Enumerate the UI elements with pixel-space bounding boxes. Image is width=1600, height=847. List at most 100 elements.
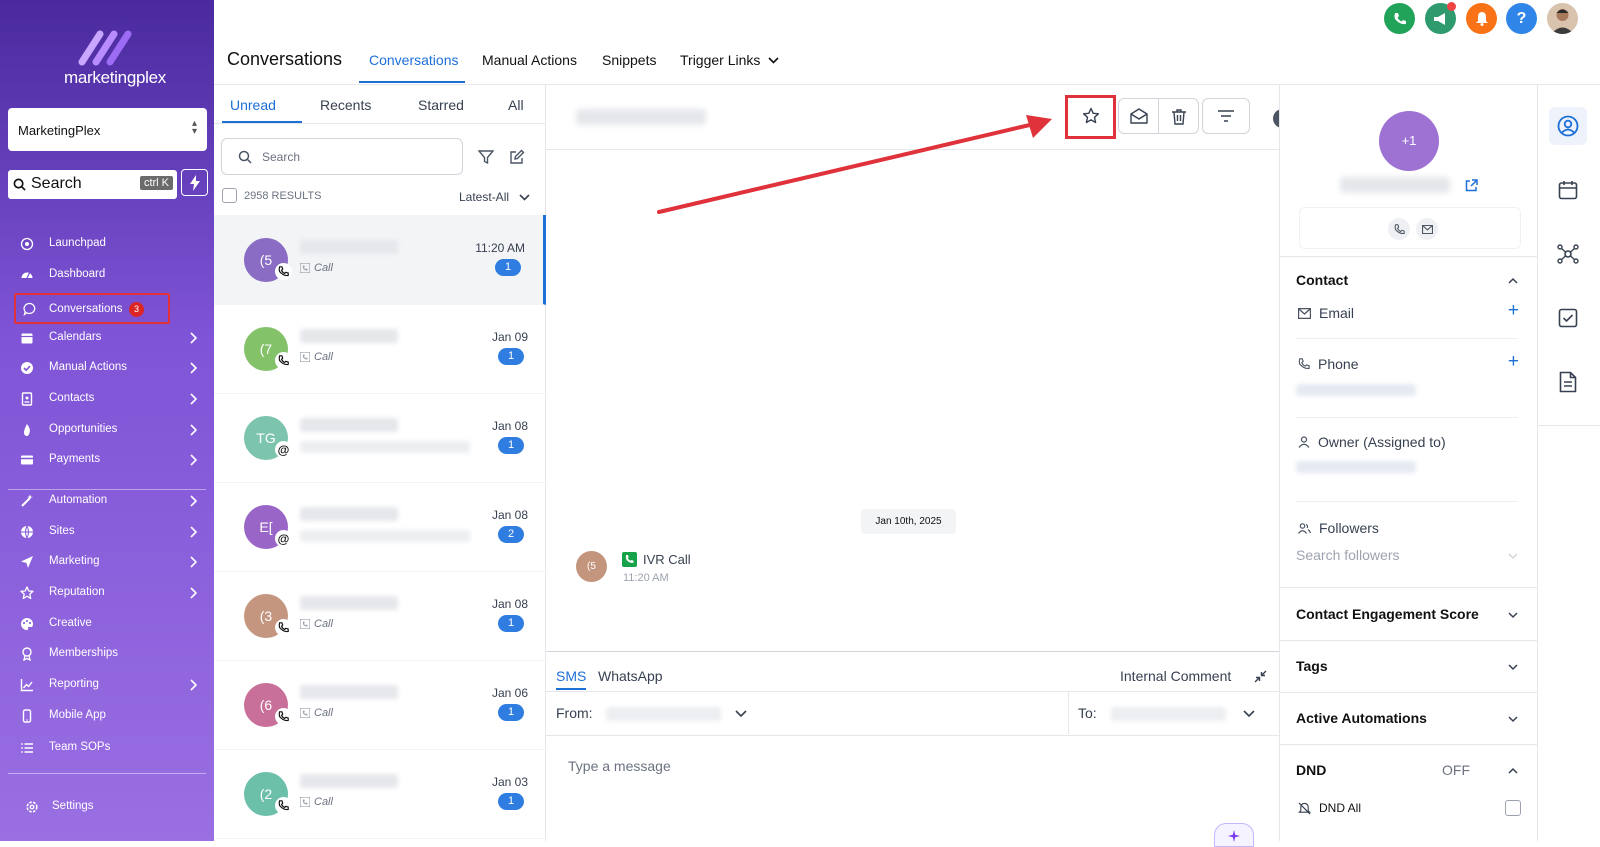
email-contact-button[interactable]: [1416, 218, 1438, 240]
tab-manual-actions[interactable]: Manual Actions: [482, 52, 577, 68]
tab-whatsapp[interactable]: WhatsApp: [598, 668, 663, 684]
tab-all[interactable]: All: [508, 97, 524, 113]
brand-logo[interactable]: marketingplex: [50, 26, 180, 90]
dnd-all-checkbox[interactable]: [1505, 800, 1521, 816]
call-log-icon: [300, 263, 310, 273]
sidebar-item-payments[interactable]: Payments: [0, 447, 214, 473]
sidebar-item-settings[interactable]: Settings: [0, 794, 214, 820]
contact-section-heading[interactable]: Contact: [1296, 272, 1348, 288]
conversation-row[interactable]: (2 Call Jan 03 1: [214, 749, 546, 839]
appointments-tab[interactable]: [1549, 171, 1587, 209]
notifications-button[interactable]: [1466, 3, 1497, 34]
sidebar-item-label: Settings: [52, 800, 94, 812]
unread-count-badge: 1: [495, 259, 521, 276]
sidebar-item-reporting[interactable]: Reporting: [0, 672, 214, 698]
conversation-row[interactable]: TG @ Jan 08 1: [214, 393, 546, 483]
active-automations-heading[interactable]: Active Automations: [1296, 710, 1427, 726]
sidebar-item-reputation[interactable]: Reputation: [0, 580, 214, 606]
contact-name-redacted: [300, 240, 398, 254]
tab-conversations[interactable]: Conversations: [369, 52, 459, 68]
announcements-button[interactable]: [1425, 2, 1456, 34]
conversation-row[interactable]: (5 Call 11:20 AM 1: [214, 215, 546, 305]
add-phone-button[interactable]: +: [1508, 351, 1519, 373]
phone-button[interactable]: [1384, 3, 1415, 34]
collapse-icon[interactable]: [1254, 670, 1267, 683]
mark-unread-button[interactable]: [1118, 98, 1159, 134]
chevron-down-icon[interactable]: [1507, 550, 1519, 562]
search-icon: [238, 150, 252, 164]
sidebar-item-memberships[interactable]: Memberships: [0, 641, 214, 667]
conversation-row[interactable]: (7 Call Jan 09 1: [214, 304, 546, 394]
delete-button[interactable]: [1158, 98, 1199, 134]
add-email-button[interactable]: +: [1508, 300, 1519, 322]
chevron-right-icon: [190, 454, 198, 466]
sidebar-item-label: Opportunities: [49, 423, 118, 435]
owner-value-redacted[interactable]: [1296, 461, 1416, 473]
search-shortcut: ctrl K: [139, 176, 173, 190]
ai-assist-button[interactable]: [1214, 823, 1254, 847]
tab-recents[interactable]: Recents: [320, 97, 371, 113]
sidebar-item-conversations[interactable]: Conversations 3: [14, 293, 170, 324]
help-button[interactable]: ?: [1506, 3, 1537, 34]
dnd-all-row: DND All: [1298, 801, 1361, 815]
chevron-up-icon[interactable]: [1507, 765, 1519, 777]
sidebar-item-dashboard[interactable]: Dashboard: [0, 262, 214, 288]
contact-profile-tab[interactable]: [1549, 107, 1587, 145]
tasks-tab[interactable]: [1549, 299, 1587, 337]
tab-sms[interactable]: SMS: [556, 668, 586, 684]
chevron-down-icon[interactable]: [1243, 710, 1255, 718]
sort-dropdown[interactable]: Latest-All: [459, 190, 530, 204]
logo-text: marketingplex: [64, 68, 166, 87]
tab-unread[interactable]: Unread: [230, 97, 276, 113]
sparkle-icon: [1228, 830, 1240, 842]
sidebar-item-opportunities[interactable]: Opportunities: [0, 417, 214, 443]
conversation-row[interactable]: (3 Call Jan 08 1: [214, 571, 546, 661]
notes-tab[interactable]: [1549, 363, 1587, 401]
conversation-search-input[interactable]: Search: [221, 138, 463, 175]
email-label: Email: [1319, 305, 1355, 321]
chevron-down-icon[interactable]: [1507, 661, 1519, 673]
chevron-down-icon[interactable]: [1507, 609, 1519, 621]
filter-icon[interactable]: [478, 149, 494, 165]
sidebar-item-mobile-app[interactable]: Mobile App: [0, 703, 214, 729]
global-search[interactable]: Search ctrl K: [8, 170, 177, 199]
call-contact-button[interactable]: [1388, 218, 1410, 240]
section-divider: [1280, 692, 1538, 693]
dnd-heading[interactable]: DND: [1296, 762, 1326, 778]
channel-badge: [275, 352, 292, 369]
chevron-down-icon[interactable]: [735, 710, 747, 718]
trash-icon: [1171, 108, 1186, 125]
sidebar-item-contacts[interactable]: Contacts: [0, 386, 214, 412]
conversation-row[interactable]: (6 Call Jan 06 1: [214, 660, 546, 750]
quick-action-button[interactable]: [181, 169, 208, 196]
tab-trigger-links[interactable]: Trigger Links: [680, 52, 779, 68]
opportunities-tab[interactable]: [1549, 235, 1587, 273]
conversation-row[interactable]: E[@ Jan 08 2: [214, 482, 546, 572]
sidebar-item-calendars[interactable]: Calendars: [0, 325, 214, 351]
internal-comment-toggle[interactable]: Internal Comment: [1120, 668, 1231, 684]
external-link-icon[interactable]: [1465, 179, 1478, 192]
sidebar-item-launchpad[interactable]: Launchpad: [0, 231, 214, 257]
tab-snippets[interactable]: Snippets: [602, 52, 656, 68]
compose-icon[interactable]: [509, 149, 525, 165]
user-avatar[interactable]: [1547, 3, 1578, 34]
engagement-score-heading[interactable]: Contact Engagement Score: [1296, 606, 1479, 622]
followers-search-input[interactable]: Search followers: [1296, 547, 1400, 563]
sidebar-item-sites[interactable]: Sites: [0, 519, 214, 545]
account-switcher[interactable]: MarketingPlex ▴ ▾: [8, 108, 207, 151]
sidebar-item-marketing[interactable]: Marketing: [0, 549, 214, 575]
sidebar-item-team-sops[interactable]: Team SOPs: [0, 735, 214, 761]
filter-messages-button[interactable]: [1202, 98, 1250, 134]
tags-heading[interactable]: Tags: [1296, 658, 1328, 674]
active-tab-underline: [556, 688, 586, 690]
sidebar-item-automation[interactable]: Automation: [0, 488, 214, 514]
sidebar-item-manual-actions[interactable]: Manual Actions: [0, 355, 214, 381]
preview-redacted: [300, 441, 470, 453]
tab-starred[interactable]: Starred: [418, 97, 464, 113]
sidebar-item-creative[interactable]: Creative: [0, 611, 214, 637]
chevron-up-icon[interactable]: [1507, 275, 1519, 287]
message-input[interactable]: Type a message: [568, 758, 671, 774]
chevron-down-icon[interactable]: [1507, 713, 1519, 725]
ivr-call-message[interactable]: IVR Call: [622, 552, 691, 567]
select-all-checkbox[interactable]: [222, 188, 237, 203]
